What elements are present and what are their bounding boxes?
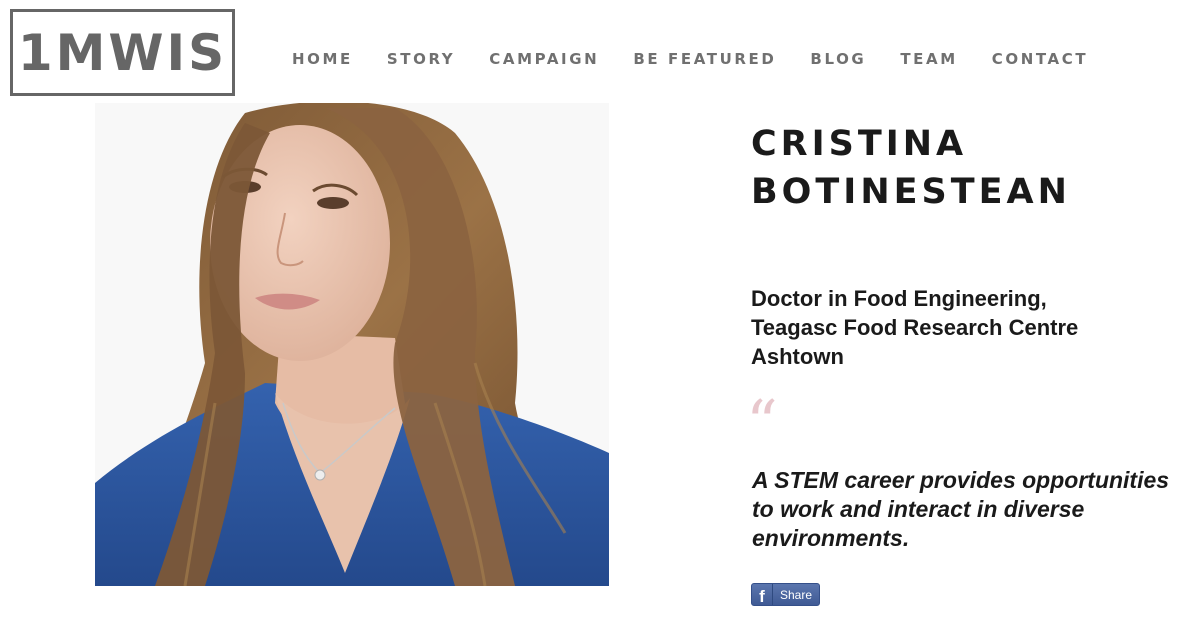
role-line: Teagasc Food Research Centre	[751, 315, 1079, 340]
portrait-photo	[95, 103, 609, 586]
main-nav: HOME STORY CAMPAIGN BE FEATURED BLOG TEA…	[292, 50, 1122, 68]
facebook-icon: f	[752, 584, 773, 605]
name-first: CRISTINA	[751, 124, 968, 164]
quote-line: environments.	[752, 525, 910, 551]
name-last: BOTINESTEAN	[751, 172, 1071, 212]
site-logo[interactable]: 1MWIS	[10, 9, 235, 96]
quote-line: A STEM career provides opportunities	[752, 467, 1170, 493]
role-line: Ashtown	[751, 344, 844, 369]
profile-page: 1MWIS HOME STORY CAMPAIGN BE FEATURED BL…	[0, 0, 1200, 624]
nav-story[interactable]: STORY	[387, 50, 455, 68]
nav-be-featured[interactable]: BE FEATURED	[633, 50, 776, 68]
quote-line: to work and interact in diverse	[752, 496, 1085, 522]
nav-contact[interactable]: CONTACT	[992, 50, 1088, 68]
nav-home[interactable]: HOME	[292, 50, 353, 68]
profile-quote: A STEM career provides opportunities to …	[752, 466, 1197, 553]
nav-team[interactable]: TEAM	[900, 50, 957, 68]
profile-role: Doctor in Food Engineering, Teagasc Food…	[751, 284, 1181, 371]
facebook-share-button[interactable]: f Share	[751, 583, 820, 606]
nav-campaign[interactable]: CAMPAIGN	[489, 50, 599, 68]
logo-text: 1MWIS	[17, 23, 228, 82]
quote-mark-icon: “	[746, 386, 778, 459]
share-label: Share	[779, 587, 813, 602]
nav-blog[interactable]: BLOG	[810, 50, 866, 68]
portrait-illustration	[95, 103, 609, 586]
role-line: Doctor in Food Engineering,	[751, 286, 1047, 311]
profile-name: CRISTINA BOTINESTEAN	[751, 120, 1181, 216]
